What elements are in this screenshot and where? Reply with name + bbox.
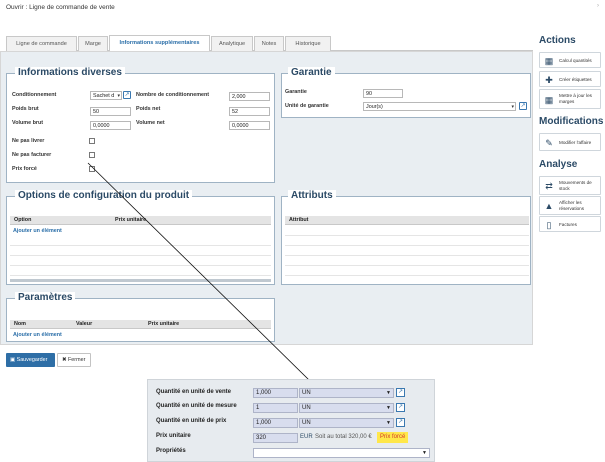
qte-mesure-input[interactable]: 1 <box>253 403 298 413</box>
prix-force-badge: Prix forcé <box>377 432 409 443</box>
open-link-icon[interactable]: ↗ <box>396 388 405 397</box>
proprietes-label: Propriétés <box>156 448 186 454</box>
qte-prix-unit-select[interactable]: UN ▼ <box>299 418 394 428</box>
prix-unitaire-label: Prix unitaire <box>156 433 191 439</box>
qte-mesure-unit: UN <box>302 405 311 411</box>
chevron-down-icon: ▼ <box>386 420 391 426</box>
qte-vente-input[interactable]: 1,000 <box>253 388 298 398</box>
qte-vente-label: Quantité en unité de vente <box>156 389 232 395</box>
qte-mesure-unit-select[interactable]: UN ▼ <box>299 403 394 413</box>
qte-vente-unit: UN <box>302 390 311 396</box>
qte-prix-label: Quantité en unité de prix <box>156 418 227 424</box>
zoom-panel: Quantité en unité de vente 1,000 UN ▼ ↗ Q… <box>147 379 435 462</box>
open-link-icon[interactable]: ↗ <box>396 418 405 427</box>
qte-prix-unit: UN <box>302 420 311 426</box>
qte-mesure-label: Quantité en unité de mesure <box>156 403 237 409</box>
open-link-icon[interactable]: ↗ <box>396 403 405 412</box>
prix-total: Soit au total 320,00 € <box>315 434 372 440</box>
chevron-down-icon: ▼ <box>422 450 427 456</box>
chevron-down-icon: ▼ <box>386 405 391 411</box>
qte-prix-input[interactable]: 1,000 <box>253 418 298 428</box>
proprietes-select[interactable]: ▼ <box>253 448 430 458</box>
prix-unitaire-input[interactable]: 320 <box>253 433 298 443</box>
qte-vente-unit-select[interactable]: UN ▼ <box>299 388 394 398</box>
chevron-down-icon: ▼ <box>386 390 391 396</box>
prix-currency: EUR <box>300 434 313 440</box>
